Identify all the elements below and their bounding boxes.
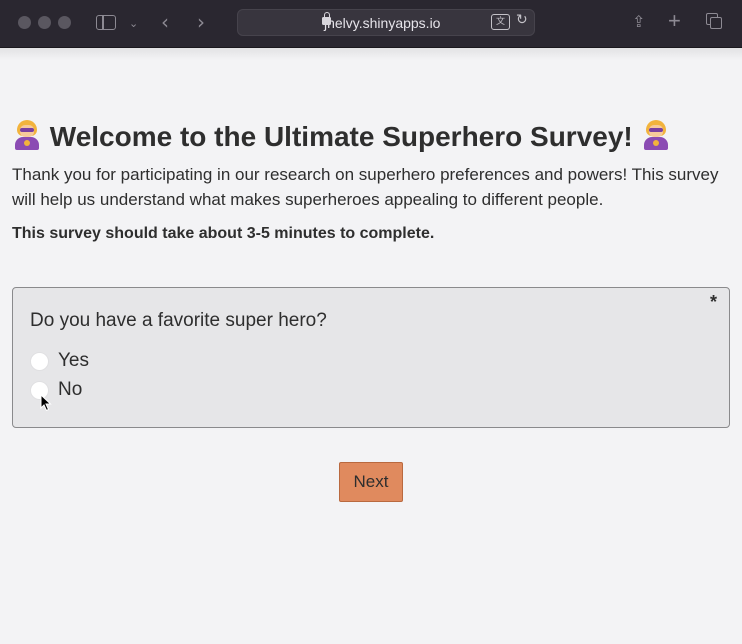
lock-icon [322,12,331,25]
toolbar-shadow [0,48,742,60]
url-text: jhelvy.shinyapps.io [324,15,441,31]
page-title-text: Welcome to the Ultimate Superhero Survey… [49,121,633,152]
zoom-window-button[interactable] [58,16,71,29]
browser-toolbar: ⌄ ‹ › jhelvy.shinyapps.io 文 ↻ ⇪ + [0,0,742,48]
share-icon[interactable]: ⇪ [632,12,645,31]
next-button[interactable]: Next [339,462,403,502]
radio-yes[interactable] [30,352,49,371]
superhero-icon [641,118,671,150]
question-card: * Do you have a favorite super hero? Yes… [12,287,730,428]
page-title: Welcome to the Ultimate Superhero Survey… [12,118,732,155]
intro-text: Thank you for participating in our resea… [12,165,719,209]
close-window-button[interactable] [18,16,31,29]
translate-icon[interactable]: 文 [491,14,510,30]
option-label: Yes [58,350,89,371]
required-mark: * [709,292,717,312]
chevron-down-icon[interactable]: ⌄ [129,14,138,34]
tabs-icon[interactable] [706,13,722,29]
question-text: Do you have a favorite super hero? [30,310,327,331]
mouse-cursor-icon [40,394,52,412]
new-tab-icon[interactable]: + [668,8,681,34]
sidebar-icon[interactable] [96,15,116,30]
option-label: No [58,379,83,400]
forward-icon[interactable]: › [197,12,205,32]
duration-note: This survey should take about 3-5 minute… [12,225,435,242]
back-icon[interactable]: ‹ [161,12,169,32]
reload-icon[interactable]: ↻ [516,12,528,28]
minimize-window-button[interactable] [38,16,51,29]
superhero-icon [12,118,42,150]
